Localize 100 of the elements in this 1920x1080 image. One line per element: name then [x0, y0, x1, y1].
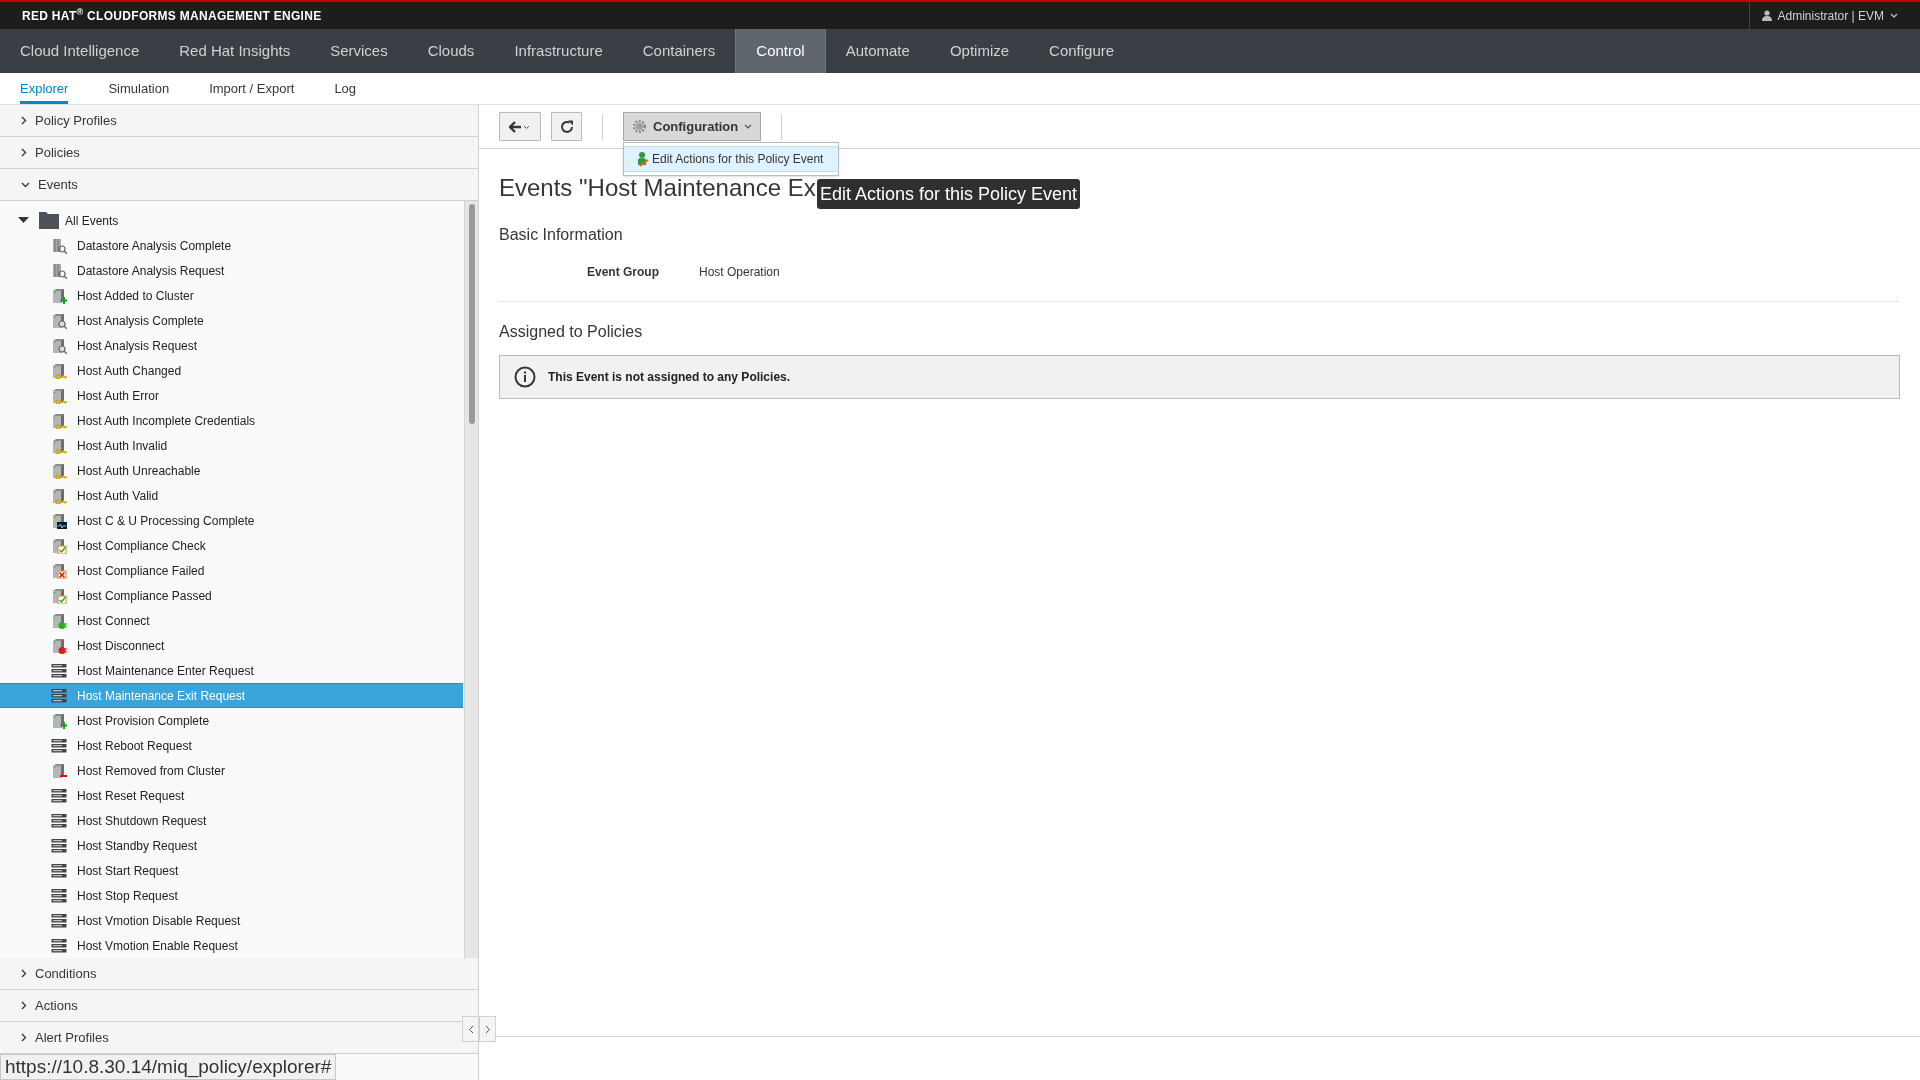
accordion-header[interactable]: Policy Profiles	[0, 105, 478, 137]
server-rack-icon	[51, 937, 67, 954]
server-plus-icon	[51, 712, 67, 729]
tree-item[interactable]: Host Analysis Request	[0, 333, 463, 358]
nav-tab[interactable]: Red Hat Insights	[159, 29, 311, 73]
server-rack-icon	[51, 662, 67, 679]
server-checklist-icon	[51, 587, 67, 604]
server-cross-icon	[51, 562, 67, 579]
user-menu[interactable]: Administrator | EVM	[1777, 6, 1884, 25]
server-rack-icon	[51, 862, 67, 879]
tree-item[interactable]: Host Compliance Failed	[0, 558, 463, 583]
tree-item[interactable]: Host Added to Cluster	[0, 283, 463, 308]
nav-tab[interactable]: Services	[310, 29, 408, 73]
sub-tab[interactable]: Import / Export	[209, 73, 295, 104]
server-key-icon	[51, 462, 67, 479]
server-rack-icon	[51, 787, 67, 804]
refresh-icon	[559, 119, 574, 134]
tooltip: Edit Actions for this Policy Event	[817, 179, 1081, 209]
tree-item[interactable]: Host Auth Changed	[0, 358, 463, 383]
info-icon	[514, 366, 536, 388]
tree-node[interactable]: All Events	[65, 211, 119, 230]
sub-tab[interactable]: Log	[334, 73, 357, 104]
tree-item[interactable]: Host Auth Error	[0, 383, 463, 408]
server-key-icon	[51, 487, 67, 504]
tree-item[interactable]: Host Connect	[0, 608, 463, 633]
tree-item[interactable]: Host Maintenance Enter Request	[0, 658, 463, 683]
chevron-right-icon	[21, 1033, 27, 1042]
server-key-icon	[51, 437, 67, 454]
server-search-icon	[51, 312, 67, 329]
tree-item[interactable]: Host Compliance Check	[0, 533, 463, 558]
expand-triangle-icon[interactable]	[18, 217, 29, 224]
accordion-header[interactable]: Actions	[0, 990, 478, 1022]
tree-item[interactable]: Host Auth Incomplete Credentials	[0, 408, 463, 433]
tree-item[interactable]: Datastore Analysis Request	[0, 258, 463, 283]
server-rack-icon	[51, 837, 67, 854]
chevron-right-icon	[21, 148, 27, 157]
server-rack-icon	[51, 687, 67, 704]
accordion-header[interactable]: Events	[0, 169, 478, 201]
server-rack-icon	[51, 912, 67, 929]
nav-tab[interactable]: Containers	[622, 29, 736, 73]
tree-item[interactable]: Datastore Analysis Complete	[0, 233, 463, 258]
caret-icon	[1890, 12, 1898, 19]
person-pencil-icon	[636, 151, 650, 167]
tree-item[interactable]: Host Removed from Cluster	[0, 758, 463, 783]
chevron-right-icon	[21, 1001, 27, 1010]
server-plug-icon	[51, 612, 67, 629]
tree-item[interactable]: Host Disconnect	[0, 633, 463, 658]
nav-tab[interactable]: Configure	[1029, 29, 1135, 73]
tree-item[interactable]: Host Auth Unreachable	[0, 458, 463, 483]
back-button[interactable]	[499, 112, 541, 141]
tree-item[interactable]: Host Provision Complete	[0, 708, 463, 733]
brand-logo: RED HAT$^{®}$ CLOUDFORMS MANAGEMENT ENGINE	[22, 6, 322, 25]
server-minus-icon	[51, 762, 67, 779]
tree-item[interactable]: Host Vmotion Disable Request	[0, 908, 463, 933]
server-key-icon	[51, 362, 67, 379]
database-search-icon	[51, 237, 67, 254]
tree-item[interactable]: Host Auth Invalid	[0, 433, 463, 458]
menu-item[interactable]: Edit Actions for this Policy Event	[624, 146, 838, 172]
server-rack-icon	[51, 737, 67, 754]
accordion-header[interactable]: Conditions	[0, 958, 478, 990]
back-arrow-icon	[509, 120, 531, 133]
accordion-header[interactable]: Policies	[0, 137, 478, 169]
refresh-button[interactable]	[551, 112, 582, 141]
field-value: Host Operation	[699, 264, 780, 281]
tree-item[interactable]: Host Start Request	[0, 858, 463, 883]
section-heading: Basic Information	[499, 225, 624, 245]
info-alert: This Event is not assigned to any Policies.	[499, 355, 1900, 399]
tree-item[interactable]: Host Reboot Request	[0, 733, 463, 758]
nav-tab[interactable]: Infrastructure	[494, 29, 623, 73]
tree-item[interactable]: Host Standby Request	[0, 833, 463, 858]
nav-tab[interactable]: Automate	[825, 29, 930, 73]
tree-item[interactable]: Host Stop Request	[0, 883, 463, 908]
scrollbar[interactable]	[464, 201, 478, 958]
chevron-right-icon	[21, 116, 27, 125]
nav-tab[interactable]: Clouds	[407, 29, 495, 73]
status-url: https://10.8.30.14/miq_policy/explorer#	[0, 1054, 337, 1080]
accordion-header[interactable]: Alert Profiles	[0, 1022, 478, 1054]
tree-item[interactable]: Host Analysis Complete	[0, 308, 463, 333]
tree-item[interactable]: Host Auth Valid	[0, 483, 463, 508]
tree-item[interactable]: Host C & U Processing Complete	[0, 508, 463, 533]
chevron-down-icon	[21, 181, 30, 188]
sub-tab[interactable]: Simulation	[108, 73, 170, 104]
caret-icon	[744, 123, 753, 130]
tree-item[interactable]: Host Shutdown Request	[0, 808, 463, 833]
nav-tab[interactable]: Cloud Intelligence	[0, 29, 160, 73]
section-heading: Assigned to Policies	[499, 322, 644, 342]
tree-item[interactable]: Host Vmotion Enable Request	[0, 933, 463, 958]
server-key-icon	[51, 412, 67, 429]
nav-tab[interactable]: Control	[735, 29, 826, 73]
server-monitor-icon	[51, 512, 67, 529]
chevron-right-icon	[484, 1024, 491, 1034]
folder-icon	[39, 212, 59, 229]
nav-tab[interactable]: Optimize	[929, 29, 1030, 73]
server-plus-icon	[51, 287, 67, 304]
configuration-button[interactable]: Configuration	[623, 112, 762, 141]
tree-item[interactable]: Host Compliance Passed	[0, 583, 463, 608]
tree-item[interactable]: Host Reset Request	[0, 783, 463, 808]
chevron-left-icon	[467, 1024, 474, 1034]
field-label: Event Group	[586, 264, 660, 281]
server-rack-icon	[51, 887, 67, 904]
